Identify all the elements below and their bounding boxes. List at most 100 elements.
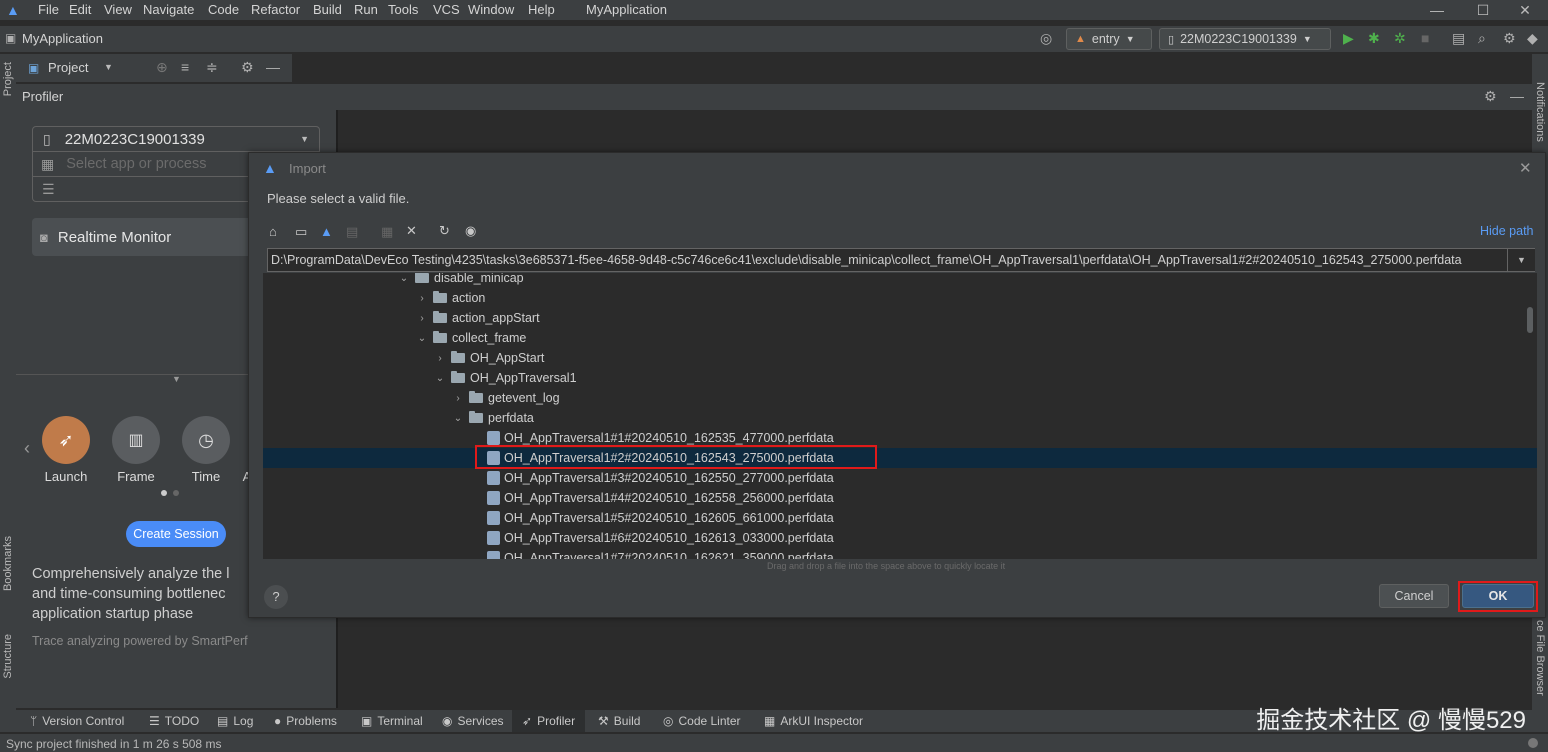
file-browser-tool-tab[interactable]: ce File Browser — [1534, 620, 1546, 696]
project-view-icon: ▣ — [28, 61, 40, 75]
chevron-down-icon[interactable]: ▼ — [104, 62, 113, 72]
chevron-left-icon[interactable]: ‹ — [24, 438, 30, 459]
locate-icon[interactable]: ⊕ — [156, 60, 168, 74]
hammer-icon: ⚒ — [598, 714, 609, 728]
launch-card[interactable]: ➶ — [42, 416, 90, 464]
menu-run[interactable]: Run — [354, 2, 378, 17]
expand-all-icon[interactable]: ≡ — [181, 60, 189, 74]
tab-problems[interactable]: ● Problems — [274, 714, 337, 728]
show-hidden-icon[interactable]: ◉ — [465, 223, 476, 239]
search-icon[interactable]: ⌕ — [1478, 31, 1486, 45]
chevron-down-icon[interactable]: ▼ — [172, 374, 181, 384]
path-input[interactable]: D:\ProgramData\DevEco Testing\4235\tasks… — [267, 248, 1535, 272]
file-row[interactable]: OH_AppTraversal1#4#20240510_162558_25600… — [263, 488, 1537, 508]
tab-version-control[interactable]: ᛘ Version Control — [30, 714, 124, 728]
project-view-label[interactable]: Project — [48, 60, 88, 75]
settings-icon[interactable]: ⚙ — [1503, 31, 1516, 45]
tree-row-collect-frame[interactable]: ⌄ collect_frame — [263, 328, 1537, 348]
module-dir-icon[interactable]: ▤ — [346, 224, 358, 240]
tree-row-getevent-log[interactable]: › getevent_log — [263, 388, 1537, 408]
menu-refactor[interactable]: Refactor — [251, 2, 300, 17]
tab-terminal[interactable]: ▣ Terminal — [361, 714, 423, 728]
profiler-device-selector[interactable]: ▯ 22M0223C19001339 ▼ — [32, 126, 320, 152]
project-dir-icon[interactable]: ▲ — [320, 224, 333, 239]
folder-icon — [433, 331, 447, 343]
tree-row-perfdata[interactable]: ⌄ perfdata — [263, 408, 1537, 428]
tree-scrollbar[interactable] — [1527, 307, 1533, 333]
tree-row-disable-minicap[interactable]: ⌄ disable_minicap — [263, 273, 1537, 288]
desktop-icon[interactable]: ▭ — [295, 224, 307, 240]
target-icon[interactable]: ◎ — [1040, 31, 1052, 45]
menu-help[interactable]: Help — [528, 2, 555, 17]
structure-tool-tab[interactable]: Structure — [2, 634, 14, 679]
frame-card[interactable]: ▥ — [112, 416, 160, 464]
file-row[interactable]: OH_AppTraversal1#1#20240510_162535_47700… — [263, 428, 1537, 448]
create-session-button[interactable]: Create Session — [126, 521, 226, 547]
file-row[interactable]: OH_AppTraversal1#3#20240510_162550_27700… — [263, 468, 1537, 488]
collapse-all-icon[interactable]: ≑ — [206, 60, 218, 74]
hide-icon[interactable]: — — [1510, 89, 1524, 103]
file-row[interactable]: OH_AppTraversal1#5#20240510_162605_66100… — [263, 508, 1537, 528]
run-icon[interactable]: ▶ — [1343, 31, 1354, 45]
deveco-logo-icon: ▲ — [263, 160, 277, 176]
tab-code-linter[interactable]: ◎ Code Linter — [663, 714, 741, 728]
tab-arkui-inspector[interactable]: ▦ ArkUI Inspector — [764, 714, 863, 728]
time-card[interactable]: ◷ — [182, 416, 230, 464]
entry-selector[interactable]: ▲ entry ▼ — [1066, 28, 1152, 50]
notifications-tool-tab[interactable]: Notifications — [1534, 82, 1546, 142]
profiler-icon: ➶ — [522, 714, 533, 728]
project-folder-icon: ▣ — [5, 31, 17, 45]
device-selector[interactable]: ▯ 22M0223C19001339 ▼ — [1159, 28, 1331, 50]
maximize-icon[interactable]: ☐ — [1460, 0, 1506, 20]
tab-todo[interactable]: ☰ TODO — [149, 714, 199, 728]
delete-icon[interactable]: ✕ — [406, 223, 417, 239]
close-icon[interactable]: ✕ — [1502, 0, 1548, 20]
tree-row-oh-appstart[interactable]: › OH_AppStart — [263, 348, 1537, 368]
minimize-icon[interactable]: — — [1414, 0, 1460, 20]
home-icon[interactable]: ⌂ — [269, 224, 277, 239]
refresh-icon[interactable]: ↻ — [439, 223, 450, 239]
tab-services[interactable]: ◉ Services — [442, 714, 504, 728]
menu-code[interactable]: Code — [208, 2, 239, 17]
tree-row-action[interactable]: › action — [263, 288, 1537, 308]
debug-icon[interactable]: ✱ — [1368, 31, 1380, 45]
settings-icon[interactable]: ⚙ — [1484, 89, 1497, 103]
file-row[interactable]: OH_AppTraversal1#7#20240510_162621_35900… — [263, 548, 1537, 559]
device-manager-icon[interactable]: ▤ — [1452, 31, 1465, 45]
project-tool-tab[interactable]: Project — [2, 62, 14, 96]
dialog-message: Please select a valid file. — [267, 191, 410, 206]
tab-build[interactable]: ⚒ Build — [598, 714, 640, 728]
tab-log[interactable]: ▤ Log — [217, 714, 253, 728]
file-tree[interactable]: ⌄ disable_minicap › action › action_appStar… — [263, 273, 1537, 559]
cancel-button[interactable]: Cancel — [1379, 584, 1449, 608]
help-icon[interactable]: ? — [264, 585, 288, 609]
tab-profiler[interactable]: ➶ Profiler — [512, 710, 586, 732]
file-row-selected[interactable]: OH_AppTraversal1#2#20240510_162543_27500… — [263, 448, 1537, 468]
hide-path-link[interactable]: Hide path — [1480, 224, 1534, 238]
menu-build[interactable]: Build — [313, 2, 342, 17]
settings-icon[interactable]: ⚙ — [241, 60, 254, 74]
close-icon[interactable]: ✕ — [1519, 159, 1532, 177]
file-row[interactable]: OH_AppTraversal1#6#20240510_162613_03300… — [263, 528, 1537, 548]
hide-icon[interactable]: — — [266, 60, 280, 74]
menu-tools[interactable]: Tools — [388, 2, 418, 17]
menu-window[interactable]: Window — [468, 2, 514, 17]
tree-row-oh-apptraversal1[interactable]: ⌄ OH_AppTraversal1 — [263, 368, 1537, 388]
phone-icon: ▯ — [1168, 33, 1175, 46]
chevron-down-icon: ▼ — [1125, 34, 1135, 44]
menu-view[interactable]: View — [104, 2, 132, 17]
menu-navigate[interactable]: Navigate — [143, 2, 194, 17]
menu-edit[interactable]: Edit — [69, 2, 91, 17]
path-history-dropdown[interactable]: ▼ — [1507, 249, 1535, 271]
menu-vcs[interactable]: VCS — [433, 2, 460, 17]
stop-icon[interactable]: ■ — [1421, 31, 1429, 45]
ai-assistant-icon[interactable]: ◆ — [1527, 31, 1538, 45]
realtime-monitor-item[interactable]: ◙ Realtime Monitor — [32, 218, 272, 256]
tree-row-action-appstart[interactable]: › action_appStart — [263, 308, 1537, 328]
bookmarks-tool-tab[interactable]: Bookmarks — [2, 536, 14, 591]
chevron-down-icon: ▼ — [1302, 34, 1312, 44]
left-tool-strip: Project Bookmarks Structure — [0, 54, 16, 710]
attach-debugger-icon[interactable]: ✲ — [1394, 31, 1406, 45]
menu-file[interactable]: File — [38, 2, 59, 17]
new-folder-icon[interactable]: ▦ — [381, 224, 393, 240]
